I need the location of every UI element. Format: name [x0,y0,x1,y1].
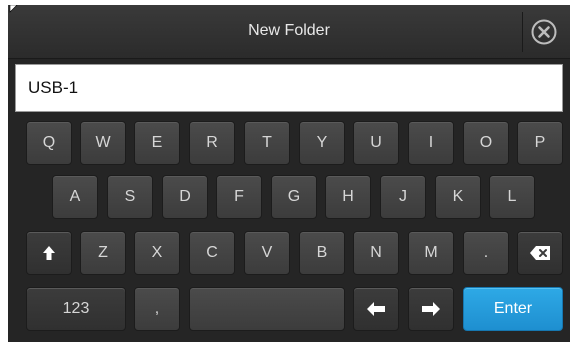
key-a[interactable]: A [52,175,98,219]
folder-name-field[interactable] [15,64,563,112]
key-p[interactable]: P [517,121,563,165]
key-y[interactable]: Y [299,121,345,165]
close-circle-icon [531,19,557,45]
key-j[interactable]: J [380,175,426,219]
key-m[interactable]: M [408,231,454,275]
key-g[interactable]: G [271,175,317,219]
folder-name-input[interactable] [16,65,562,111]
cursor-right-key[interactable] [408,287,454,331]
key-b[interactable]: B [299,231,345,275]
key-i[interactable]: I [408,121,454,165]
key-f[interactable]: F [216,175,262,219]
key-r[interactable]: R [189,121,235,165]
key-v[interactable]: V [244,231,290,275]
key-l[interactable]: L [489,175,535,219]
key-z[interactable]: Z [80,231,126,275]
key-w[interactable]: W [80,121,126,165]
key-o[interactable]: O [463,121,509,165]
title-bar: New Folder [8,5,570,59]
backspace-key[interactable] [517,231,563,275]
enter-button[interactable]: Enter [463,287,563,331]
mouse-cursor-icon [9,5,18,13]
arrow-left-icon [367,302,385,316]
cursor-left-key[interactable] [353,287,399,331]
key-k[interactable]: K [435,175,481,219]
space-key[interactable] [189,287,345,331]
key-e[interactable]: E [134,121,180,165]
arrow-up-icon [43,246,55,260]
new-folder-dialog: New Folder Q W E R T Y U I O P A S D F G… [8,5,570,342]
key-t[interactable]: T [244,121,290,165]
key-s[interactable]: S [107,175,153,219]
key-comma[interactable]: , [134,287,180,331]
key-u[interactable]: U [353,121,399,165]
key-n[interactable]: N [353,231,399,275]
key-x[interactable]: X [134,231,180,275]
shift-key[interactable] [26,231,72,275]
key-q[interactable]: Q [26,121,72,165]
backspace-icon [530,246,550,260]
numbers-key[interactable]: 123 [26,287,126,331]
key-c[interactable]: C [189,231,235,275]
key-d[interactable]: D [162,175,208,219]
arrow-right-icon [422,302,440,316]
key-h[interactable]: H [325,175,371,219]
dialog-title: New Folder [248,22,330,39]
key-period[interactable]: . [463,231,509,275]
close-button[interactable] [522,12,564,52]
